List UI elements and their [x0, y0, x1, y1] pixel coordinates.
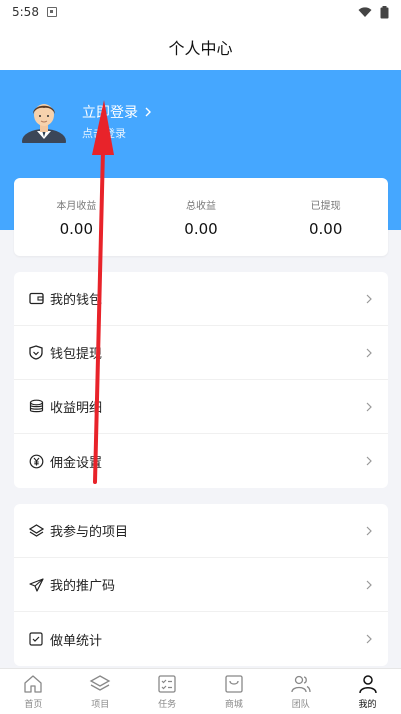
tab-label: 首页 [24, 699, 43, 710]
wifi-icon [358, 6, 372, 17]
stat-label: 本月收益 [56, 200, 97, 212]
menu-item-promo-code[interactable]: 我的推广码 [14, 558, 388, 612]
database-icon [28, 399, 44, 415]
menu-item-my-projects[interactable]: 我参与的项目 [14, 504, 388, 558]
tab-mine[interactable]: 我的 [334, 669, 401, 714]
chevron-right-icon [145, 107, 151, 117]
menu-item-my-wallet[interactable]: 我的钱包 [14, 272, 388, 326]
stat-withdrawn: 已提现 0.00 [263, 178, 388, 256]
send-icon [28, 577, 44, 593]
chevron-right-icon [366, 580, 372, 589]
chevron-right-icon [366, 634, 372, 644]
status-bar: 5:58 [0, 0, 401, 24]
page-header: 个人中心 [0, 24, 401, 70]
tab-store[interactable]: 商城 [200, 669, 267, 714]
yen-icon [28, 453, 44, 469]
chevron-right-icon [366, 348, 372, 357]
tab-label: 我的 [358, 699, 377, 710]
stat-value: 0.00 [184, 219, 218, 238]
shield-icon [28, 345, 44, 361]
avatar[interactable] [20, 95, 68, 143]
chevron-right-icon [366, 526, 372, 535]
layers-icon [28, 523, 44, 539]
tab-projects[interactable]: 项目 [67, 669, 134, 714]
menu-item-earnings-detail[interactable]: 收益明细 [14, 380, 388, 434]
chevron-right-icon [366, 456, 372, 466]
menu-item-label: 钱包提现 [50, 347, 103, 362]
menu-group-wallet: 我的钱包 钱包提现 收益明细 佣金设置 [14, 272, 388, 488]
chevron-right-icon [366, 402, 372, 411]
menu-group-projects: 我参与的项目 我的推广码 做单统计 [14, 504, 388, 666]
stat-label: 已提现 [310, 200, 341, 212]
menu-item-label: 佣金设置 [50, 455, 103, 471]
team-icon [291, 675, 311, 692]
bottom-tab-bar: 首页 项目 任务 商城 团队 我的 [0, 668, 401, 714]
status-time: 5:58 [12, 5, 39, 19]
chevron-right-icon [366, 294, 372, 303]
menu-item-label: 我参与的项目 [50, 525, 129, 540]
checkbox-icon [28, 631, 44, 647]
menu-item-label: 收益明细 [50, 401, 103, 416]
tab-home[interactable]: 首页 [0, 669, 67, 714]
tab-label: 团队 [291, 699, 310, 710]
menu-item-label: 做单统计 [50, 633, 103, 649]
stat-monthly: 本月收益 0.00 [14, 178, 139, 256]
login-button[interactable]: 立即登录 [82, 102, 152, 122]
store-icon [225, 674, 243, 693]
earnings-card: 本月收益 0.00 总收益 0.00 已提现 0.00 [14, 178, 388, 256]
user-icon [358, 674, 377, 693]
wallet-icon [28, 291, 44, 307]
tab-team[interactable]: 团队 [267, 669, 334, 714]
menu-item-label: 我的推广码 [50, 579, 116, 594]
tab-label: 商城 [224, 699, 243, 710]
page-title: 个人中心 [168, 39, 233, 58]
sim-card-icon [46, 7, 57, 17]
battery-icon [380, 5, 389, 18]
menu-item-commission-settings[interactable]: 佣金设置 [14, 434, 388, 488]
stat-value: 0.00 [308, 219, 343, 238]
tab-label: 项目 [91, 699, 110, 710]
login-title: 立即登录 [82, 105, 138, 121]
menu-item-order-stats[interactable]: 做单统计 [14, 612, 388, 666]
layers-icon [89, 674, 111, 691]
tab-label: 任务 [158, 699, 177, 710]
tab-tasks[interactable]: 任务 [134, 669, 201, 714]
stat-label: 总收益 [186, 200, 216, 212]
home-icon [24, 674, 43, 693]
stat-value: 0.00 [59, 219, 94, 238]
menu-item-withdraw[interactable]: 钱包提现 [14, 326, 388, 380]
login-subtitle[interactable]: 点击登录 [82, 125, 126, 141]
menu-item-label: 我的钱包 [50, 293, 103, 308]
stat-total: 总收益 0.00 [139, 178, 264, 256]
task-list-icon [158, 674, 176, 693]
